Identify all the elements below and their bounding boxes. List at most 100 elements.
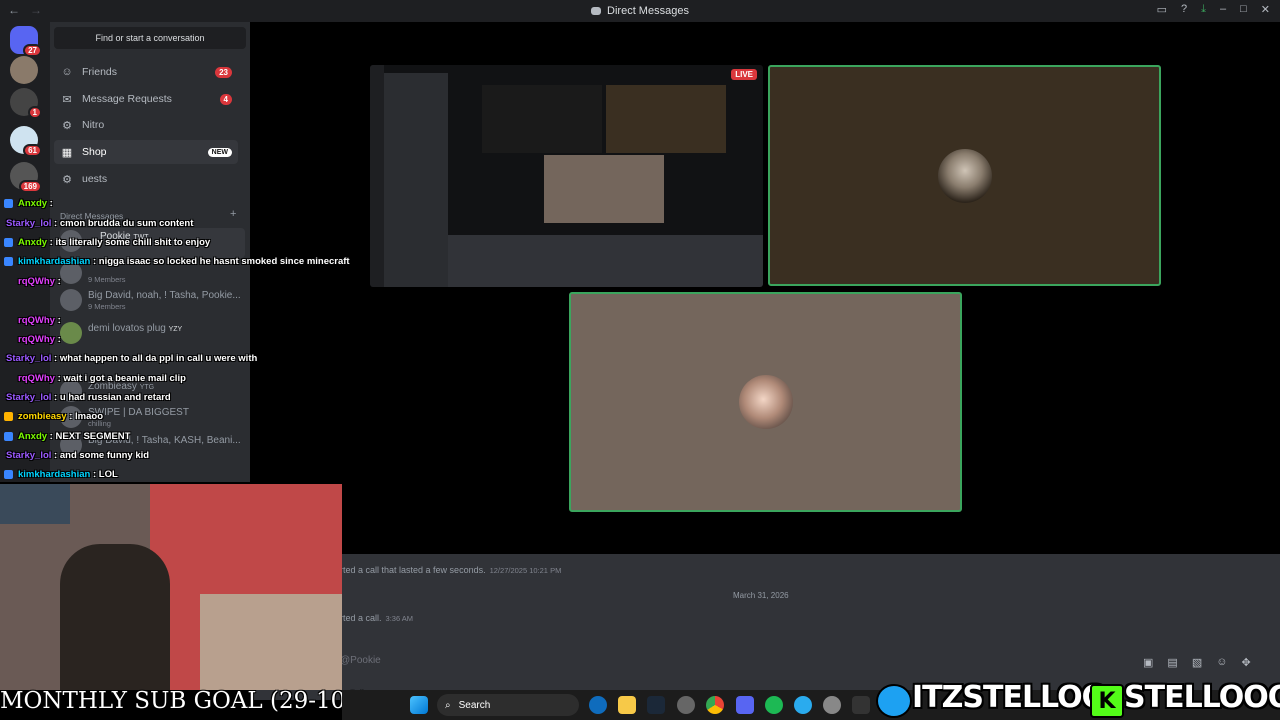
dm-item[interactable]: demi lovatos plug YZY [60,320,245,350]
nav-label: Message Requests [82,93,172,105]
back-arrow-icon[interactable]: ← [8,3,20,17]
kick-icon: K [1090,684,1124,718]
chat-message: Starky_lol : what happen to all da ppl i… [6,353,258,364]
search-icon: ⌕ [445,699,451,711]
server-avatar[interactable] [10,56,38,84]
inbox-icon[interactable]: ▭ [1157,3,1167,16]
chat-message: Anxdy : its literally some chill shit to… [4,237,210,248]
chat-user: Starky_lol [6,218,52,229]
dm-subtext: 9 Members [88,275,126,284]
server-avatar[interactable]: 1 [10,88,42,119]
participant-tile[interactable] [768,65,1161,286]
taskbar-search[interactable]: ⌕ Search [437,694,579,716]
chat-message: rqQWhy : [18,315,61,326]
nav-arrows: ← → [8,3,42,17]
chat-message: Starky_lol : cmon brudda du sum content [6,218,194,229]
minimize-icon[interactable]: – [1220,3,1226,16]
forward-arrow-icon[interactable]: → [30,3,42,17]
dm-item[interactable]: Big David, noah, ! Tasha, Pookie... 9 Me… [60,287,245,317]
chat-user: rqQWhy [18,315,55,326]
dm-subtext: 9 Members [88,302,126,311]
sticker-icon[interactable]: ▧ [1192,656,1202,669]
windows-start-icon[interactable] [410,696,428,714]
chrome-icon[interactable] [706,696,724,714]
nav-message-requests[interactable]: ✉ Message Requests 4 [54,87,238,111]
title-bar: ← → Direct Messages ▭ ? ⤓ – □ ✕ [0,0,1280,22]
nitro-icon: ⚙ [62,119,72,132]
kick-handle: STELLOOO [1124,680,1280,715]
friends-icon: ☺ [61,66,73,78]
nav-quests[interactable]: ⚙ uests [54,167,238,191]
home-button[interactable]: 27 [10,26,42,57]
avatar [60,322,82,344]
download-icon[interactable]: ⤓ [1201,3,1206,16]
server-avatar[interactable]: 169 [10,162,42,193]
nav-nitro[interactable]: ⚙ Nitro [54,113,238,137]
discord-taskbar-icon[interactable] [736,696,754,714]
dm-name: SWIPE | DA BIGGEST [88,407,189,418]
live-badge: LIVE [731,69,757,80]
screenshare-preview [370,65,763,287]
quests-icon: ⚙ [62,173,72,186]
steam-icon[interactable] [647,696,665,714]
screenshare-tile[interactable]: LIVE [370,65,763,287]
chat-message: rqQWhy : [18,334,61,345]
date-divider: March 31, 2026 [733,591,789,600]
app-icon[interactable] [852,696,870,714]
create-dm-icon[interactable]: + [230,208,236,220]
new-tag: NEW [207,147,232,157]
avatar [60,289,82,311]
gift-icon[interactable]: ▣ [1143,656,1153,669]
file-explorer-icon[interactable] [618,696,636,714]
friends-count-badge: 23 [215,66,232,78]
requests-count-badge: 4 [219,93,232,105]
telegram-icon[interactable] [794,696,812,714]
system-message: rted a call. 3:36 AM [340,613,414,623]
app-icon[interactable] [677,696,695,714]
chat-message: kimkhardashian : LOL [4,469,118,480]
settings-icon[interactable] [823,696,841,714]
input-toolbar: ▣ ▤ ▧ ☺ ✥ [1143,656,1251,669]
window-title: Direct Messages [607,5,689,17]
badge-icon [4,199,13,208]
sub-goal-text: MONTHLY SUB GOAL (29-100) [0,688,369,714]
chat-user: kimkhardashian [18,256,91,267]
chat-message: zombieasy : lmaoo [4,411,103,422]
participant-avatar [738,375,793,429]
window-controls: ▭ ? ⤓ – □ ✕ [1157,3,1270,16]
twitter-handle: ITZSTELLOO [912,680,1107,715]
chat-message: Starky_lol : and some funny kid [6,450,150,461]
nav-label: Shop [82,146,107,158]
apps-icon[interactable]: ✥ [1241,656,1250,669]
system-message: rted a call that lasted a few seconds. 12… [340,565,562,575]
help-icon[interactable]: ? [1181,3,1187,16]
find-conversation-button[interactable]: Find or start a conversation [54,27,246,49]
chat-user: Starky_lol [6,353,52,364]
edge-icon[interactable] [589,696,607,714]
chat-user: Starky_lol [6,392,52,403]
gif-icon[interactable]: ▤ [1167,656,1177,669]
maximize-icon[interactable]: □ [1240,3,1247,16]
chat-user: rqQWhy [18,373,55,384]
badge-icon [4,257,13,266]
chat-user: Starky_lol [6,450,52,461]
participant-tile[interactable] [569,292,962,512]
message-area [250,554,1280,700]
shop-icon: ▦ [61,146,73,159]
discord-icon [591,7,602,15]
chat-user: Anxdy [18,198,48,209]
chat-user: rqQWhy [18,276,55,287]
message-input[interactable]: @Pookie [340,655,381,666]
nav-label: Friends [82,66,118,78]
home-badge: 27 [23,44,42,57]
nav-friends[interactable]: ☺ Friends 23 [54,60,238,84]
close-icon[interactable]: ✕ [1261,3,1270,16]
dm-name: demi lovatos plug YZY [88,323,183,334]
emoji-icon[interactable]: ☺ [1216,656,1227,669]
spotify-icon[interactable] [765,696,783,714]
chat-user: zombieasy [18,411,67,422]
chat-user: rqQWhy [18,334,55,345]
server-avatar[interactable]: 61 [10,126,42,157]
nav-shop[interactable]: ▦ Shop NEW [54,140,238,164]
chat-message: kimkhardashian : nigga isaac so locked h… [4,256,350,267]
